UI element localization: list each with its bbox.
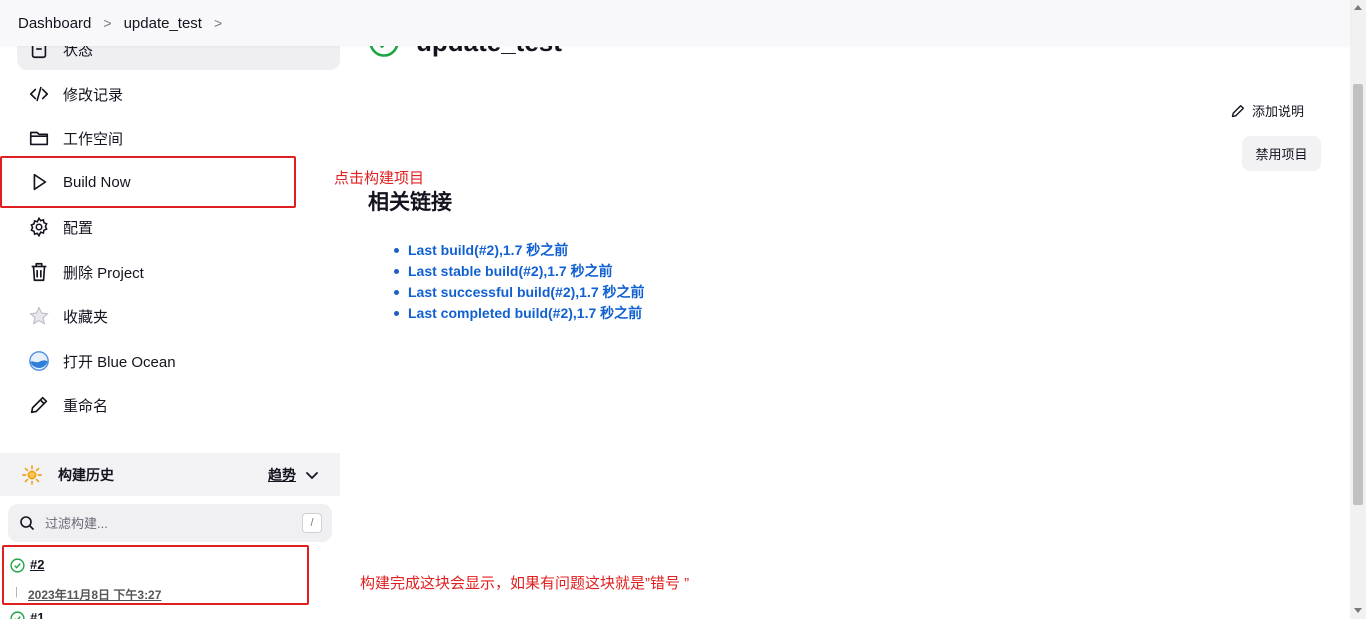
sidebar-item-favorite[interactable]: 收藏夹 [17, 295, 340, 337]
add-description-label: 添加说明 [1252, 104, 1305, 119]
sidebar-item-label: 工作空间 [63, 130, 124, 148]
breadcrumb-dashboard[interactable]: Dashboard [18, 15, 91, 32]
folder-icon [27, 126, 51, 150]
code-icon [27, 82, 51, 106]
last-stable-build-link[interactable]: Last stable build(#2),1.7 秒之前 [408, 263, 613, 279]
scrollbar[interactable] [1350, 0, 1366, 619]
list-item: Last build(#2),1.7 秒之前 [394, 240, 645, 261]
chevron-down-icon[interactable] [304, 467, 320, 483]
build-number-link[interactable]: #2 [30, 557, 44, 572]
sidebar-item-configure[interactable]: 配置 [17, 206, 340, 248]
scroll-down-arrow-icon[interactable] [1354, 608, 1362, 613]
list-item: Last stable build(#2),1.7 秒之前 [394, 261, 645, 282]
sidebar-item-label: 收藏夹 [63, 308, 109, 326]
sidebar-item-blue-ocean[interactable]: 打开 Blue Ocean [17, 340, 340, 382]
trend-link[interactable]: 趋势 [268, 465, 296, 485]
breadcrumb-separator: > [103, 15, 112, 31]
sidebar-item-build-now[interactable]: Build Now [17, 161, 340, 203]
build-filter-input[interactable] [45, 515, 285, 531]
scroll-up-arrow-icon[interactable] [1354, 5, 1362, 10]
star-icon [27, 304, 51, 328]
sidebar-item-label: 配置 [63, 219, 94, 237]
last-build-link[interactable]: Last build(#2),1.7 秒之前 [408, 242, 568, 258]
play-icon [27, 170, 51, 194]
related-links-list: Last build(#2),1.7 秒之前 Last stable build… [394, 240, 645, 324]
list-item: Last completed build(#2),1.7 秒之前 [394, 303, 645, 324]
sidebar-item-label: 重命名 [63, 397, 109, 415]
sidebar-item-label: 修改记录 [63, 86, 124, 104]
disable-project-button[interactable]: 禁用项目 [1242, 136, 1321, 171]
pencil-icon [1231, 104, 1244, 117]
build-date-link[interactable]: 2023年11月8日 下午3:27 [28, 586, 161, 603]
build-divider: | [15, 586, 18, 598]
sidebar-item-label: Build Now [63, 173, 131, 191]
sidebar-item-delete-project[interactable]: 删除 Project [17, 251, 340, 293]
pencil-icon [27, 393, 51, 417]
blue-ocean-icon [27, 349, 51, 373]
success-icon [10, 558, 25, 573]
sun-icon [22, 464, 42, 485]
sidebar-item-workspace[interactable]: 工作空间 [17, 117, 340, 159]
last-completed-build-link[interactable]: Last completed build(#2),1.7 秒之前 [408, 305, 642, 321]
sidebar-item-label: 删除 Project [63, 264, 144, 282]
sidebar-item-rename[interactable]: 重命名 [17, 384, 340, 426]
add-description-link[interactable]: 添加说明 [1230, 101, 1304, 120]
success-icon [10, 611, 25, 619]
filter-shortcut-key: / [302, 513, 322, 533]
related-links-title: 相关链接 [368, 191, 452, 214]
trash-icon [27, 260, 51, 284]
search-icon [20, 516, 35, 531]
scrollbar-thumb[interactable] [1353, 84, 1363, 505]
sidebar-item-changes[interactable]: 修改记录 [17, 73, 340, 115]
last-successful-build-link[interactable]: Last successful build(#2),1.7 秒之前 [408, 284, 645, 300]
breadcrumb: Dashboard > update_test > [0, 0, 1350, 46]
sidebar-item-label: 打开 Blue Ocean [63, 353, 176, 371]
gear-icon [27, 215, 51, 239]
sidebar: 状态 修改记录 工作空间 Build Now 配置 删除 Project 收藏夹… [0, 0, 340, 619]
build-history-annotation: 构建完成这块会显示，如果有问题这块就是”错号 ” [360, 575, 690, 592]
build-now-annotation: 点击构建项目 [334, 170, 425, 187]
breadcrumb-separator[interactable]: > [214, 15, 222, 31]
build-filter: / [8, 504, 332, 542]
breadcrumb-update-test[interactable]: update_test [124, 15, 202, 32]
build-history-title: 构建历史 [58, 466, 114, 483]
list-item: Last successful build(#2),1.7 秒之前 [394, 282, 645, 303]
build-history-header: 构建历史 趋势 [0, 453, 340, 496]
build-number-link[interactable]: #1 [30, 610, 44, 619]
